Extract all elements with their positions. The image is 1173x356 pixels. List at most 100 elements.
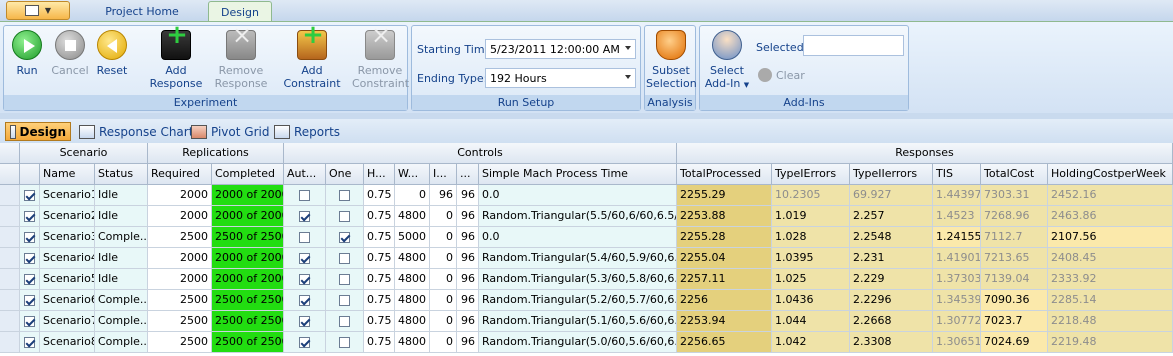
cell-w[interactable]: 5000 (395, 227, 430, 248)
cell-one[interactable] (326, 248, 364, 269)
row-header-cell[interactable] (0, 227, 20, 248)
cell-simple-mach-process-time[interactable]: Random.Triangular(5.2/60,5.7/60,6.... (479, 290, 677, 311)
cell-name[interactable]: Scenario5 (40, 269, 95, 290)
cell-completed[interactable]: 2500 of 2500 (212, 311, 284, 332)
cancel-button[interactable]: Cancel (49, 30, 91, 77)
auto-checkbox[interactable] (299, 189, 310, 201)
cell-name[interactable]: Scenario7 (40, 311, 95, 332)
cell-name[interactable]: Scenario4 (40, 248, 95, 269)
cell-i[interactable]: 0 (430, 311, 457, 332)
cell-i[interactable]: 0 (430, 269, 457, 290)
include-checkbox[interactable] (24, 189, 35, 201)
cell-holding-cost-per-week[interactable]: 2452.16 (1048, 185, 1173, 206)
cell-type-i-errors[interactable]: 1.019 (772, 206, 850, 227)
cell-status[interactable]: Idle (95, 269, 148, 290)
cell-required[interactable]: 2000 (148, 248, 212, 269)
include-checkbox-cell[interactable] (20, 206, 40, 227)
cell-name[interactable]: Scenario3 (40, 227, 95, 248)
cell-h[interactable]: 0.75 (364, 311, 395, 332)
remove-constraint-button[interactable]: RemoveConstraint (352, 29, 409, 90)
cell-auto[interactable] (284, 332, 326, 353)
cell-dots[interactable]: 96 (457, 227, 479, 248)
cell-type-ii-errors[interactable]: 2.2296 (850, 290, 933, 311)
cell-required[interactable]: 2500 (148, 290, 212, 311)
cell-holding-cost-per-week[interactable]: 2463.86 (1048, 206, 1173, 227)
cell-total-processed[interactable]: 2253.88 (677, 206, 772, 227)
cell-i[interactable]: 96 (430, 185, 457, 206)
cell-auto[interactable] (284, 269, 326, 290)
cell-name[interactable]: Scenario8 (40, 332, 95, 353)
cell-auto[interactable] (284, 311, 326, 332)
cell-w[interactable]: 4800 (395, 332, 430, 353)
column-dots[interactable]: ... (457, 164, 479, 185)
cell-dots[interactable]: 96 (457, 290, 479, 311)
cell-h[interactable]: 0.75 (364, 227, 395, 248)
row-header-cell[interactable] (0, 290, 20, 311)
table-row[interactable]: Scenario1 Idle 2000 2000 of 2000 0.75 0 96 96 0.… (0, 185, 1173, 206)
cell-completed[interactable]: 2500 of 2500 (212, 227, 284, 248)
select-add-in-button[interactable]: Select Add-In ▼ (702, 30, 752, 92)
column-simple-mach-process-time[interactable]: Simple Mach Process Time (479, 164, 677, 185)
cell-dots[interactable]: 96 (457, 248, 479, 269)
cell-completed[interactable]: 2000 of 2000 (212, 185, 284, 206)
cell-simple-mach-process-time[interactable]: Random.Triangular(5.0/60,5.6/60,6.... (479, 332, 677, 353)
cell-status[interactable]: Comple... (95, 332, 148, 353)
cell-i[interactable]: 0 (430, 206, 457, 227)
cell-tis[interactable]: 1.41901 (933, 248, 981, 269)
cell-dots[interactable]: 96 (457, 185, 479, 206)
cell-total-cost[interactable]: 7024.69 (981, 332, 1048, 353)
cell-required[interactable]: 2000 (148, 185, 212, 206)
cell-total-processed[interactable]: 2256.65 (677, 332, 772, 353)
reset-button[interactable]: Reset (94, 30, 130, 77)
cell-w[interactable]: 0 (395, 185, 430, 206)
auto-checkbox[interactable] (299, 273, 310, 285)
cell-total-cost[interactable]: 7112.7 (981, 227, 1048, 248)
cell-dots[interactable]: 96 (457, 269, 479, 290)
column-tis[interactable]: TIS (933, 164, 981, 185)
cell-name[interactable]: Scenario1 (40, 185, 95, 206)
application-menu-button[interactable]: ▼ (6, 1, 70, 20)
column-holding-cost-per-week[interactable]: HoldingCostperWeek (1048, 164, 1173, 185)
cell-completed[interactable]: 2000 of 2000 (212, 248, 284, 269)
include-checkbox[interactable] (24, 315, 35, 327)
row-header-cell[interactable] (0, 248, 20, 269)
cell-one[interactable] (326, 185, 364, 206)
cell-one[interactable] (326, 290, 364, 311)
cell-type-ii-errors[interactable]: 2.2668 (850, 311, 933, 332)
cell-required[interactable]: 2500 (148, 332, 212, 353)
cell-simple-mach-process-time[interactable]: 0.0 (479, 185, 677, 206)
cell-h[interactable]: 0.75 (364, 290, 395, 311)
add-constraint-button[interactable]: Add Constraint (272, 29, 352, 90)
column-status[interactable]: Status (95, 164, 148, 185)
selected-addin-field[interactable] (803, 35, 904, 56)
cell-auto[interactable] (284, 290, 326, 311)
cell-completed[interactable]: 2500 of 2500 (212, 290, 284, 311)
cell-name[interactable]: Scenario6 (40, 290, 95, 311)
cell-holding-cost-per-week[interactable]: 2107.56 (1048, 227, 1173, 248)
one-checkbox[interactable] (339, 210, 350, 222)
table-row[interactable]: Scenario6 Comple... 2500 2500 of 2500 0.75 48… (0, 290, 1173, 311)
cell-type-i-errors[interactable]: 1.0436 (772, 290, 850, 311)
column-auto[interactable]: Aut... (284, 164, 326, 185)
subset-selection-button[interactable]: Subset Selection (646, 30, 697, 90)
row-header-cell[interactable] (0, 206, 20, 227)
cell-type-ii-errors[interactable]: 2.2548 (850, 227, 933, 248)
one-checkbox[interactable] (339, 231, 350, 243)
cell-simple-mach-process-time[interactable]: Random.Triangular(5.5/60,6/60,6.5/... (479, 206, 677, 227)
cell-type-i-errors[interactable]: 1.044 (772, 311, 850, 332)
cell-total-processed[interactable]: 2256 (677, 290, 772, 311)
cell-total-processed[interactable]: 2255.28 (677, 227, 772, 248)
cell-type-ii-errors[interactable]: 2.257 (850, 206, 933, 227)
cell-w[interactable]: 4800 (395, 206, 430, 227)
row-header-cell[interactable] (0, 269, 20, 290)
column-required[interactable]: Required (148, 164, 212, 185)
column-one[interactable]: One (326, 164, 364, 185)
cell-type-i-errors[interactable]: 1.042 (772, 332, 850, 353)
cell-holding-cost-per-week[interactable]: 2408.45 (1048, 248, 1173, 269)
cell-type-i-errors[interactable]: 10.2305 (772, 185, 850, 206)
cell-dots[interactable]: 96 (457, 332, 479, 353)
cell-status[interactable]: Idle (95, 206, 148, 227)
cell-i[interactable]: 0 (430, 332, 457, 353)
one-checkbox[interactable] (339, 336, 350, 348)
cell-total-cost[interactable]: 7213.65 (981, 248, 1048, 269)
